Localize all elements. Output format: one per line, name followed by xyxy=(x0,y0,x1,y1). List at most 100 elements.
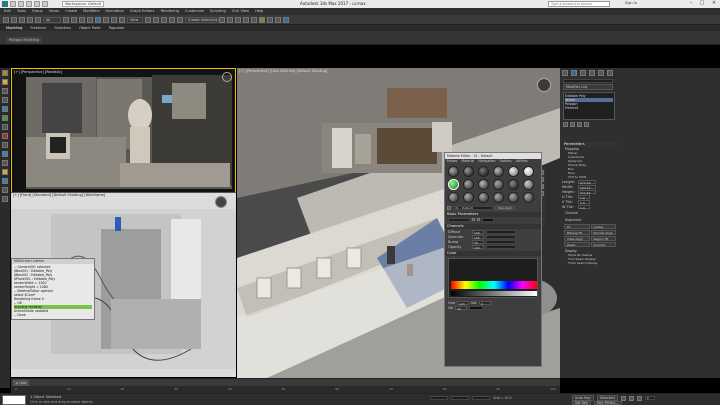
minimize-button[interactable]: – xyxy=(686,0,696,8)
save-icon[interactable] xyxy=(26,1,32,7)
redo-icon[interactable] xyxy=(11,16,17,23)
time-slider[interactable]: 0 / 100 xyxy=(11,378,560,386)
menu-civil-view[interactable]: Civil View xyxy=(232,8,249,15)
object-name-field[interactable] xyxy=(563,79,613,83)
display-option[interactable]: Thick Seam Display xyxy=(568,261,618,265)
window-crossing-icon[interactable] xyxy=(87,16,93,23)
stack-item[interactable]: Element xyxy=(565,106,613,110)
modifier-stack[interactable]: Editable Poly Vertex Polygon Element xyxy=(563,92,615,120)
rendered-frame-icon[interactable] xyxy=(275,16,281,23)
tab-freeform[interactable]: Freeform xyxy=(30,26,46,30)
menu-scripting[interactable]: Scripting xyxy=(210,8,226,15)
select-object-icon[interactable] xyxy=(63,16,69,23)
tab-selection[interactable]: Selection xyxy=(54,26,71,30)
link-icon[interactable] xyxy=(19,16,25,23)
track-bar[interactable]: 0 10 20 30 40 50 60 70 80 90 100 xyxy=(11,386,560,393)
reference-coordinate-dropdown[interactable]: View xyxy=(127,16,143,23)
hierarchy-tab-icon[interactable] xyxy=(580,70,586,76)
material-slot[interactable] xyxy=(448,192,459,203)
param-spinner[interactable]: 164.53 xyxy=(578,184,596,190)
whiteness-bar[interactable] xyxy=(451,291,537,296)
material-slot[interactable] xyxy=(448,166,459,177)
view-cube-icon[interactable] xyxy=(537,78,551,92)
menu-views[interactable]: Views xyxy=(49,8,59,15)
menu-edit[interactable]: Edit xyxy=(4,8,11,15)
material-slot[interactable] xyxy=(523,179,534,190)
create-icon[interactable] xyxy=(2,70,8,76)
param-spinner[interactable]: 1.0 xyxy=(578,199,590,205)
workspace-selector[interactable]: Workspaces: Default xyxy=(62,1,105,7)
menu-modifiers[interactable]: Modifiers xyxy=(83,8,99,15)
spinner-snap-icon[interactable] xyxy=(177,16,183,23)
search-input[interactable]: Type a keyword or phrase xyxy=(548,1,610,7)
view-cube-icon[interactable] xyxy=(215,196,227,208)
material-slot[interactable] xyxy=(523,166,534,177)
create-tab-icon[interactable] xyxy=(562,70,568,76)
render-setup-icon[interactable] xyxy=(267,16,273,23)
val-spinner[interactable]: 96 xyxy=(455,305,468,311)
redo-icon[interactable] xyxy=(42,1,48,7)
set-key-button[interactable]: Set Key xyxy=(572,401,592,405)
material-slot[interactable] xyxy=(478,179,489,190)
channel-map-button[interactable] xyxy=(486,234,516,239)
menu-create[interactable]: Create xyxy=(65,8,77,15)
space-warps-icon[interactable] xyxy=(2,133,8,139)
channel-amount[interactable]: 30 xyxy=(472,239,484,245)
hue-gradient-bar[interactable] xyxy=(451,281,537,289)
tab-object-paint[interactable]: Object Paint xyxy=(79,26,101,30)
x-coordinate-field[interactable] xyxy=(430,396,448,400)
viewport-view-cube[interactable] xyxy=(222,72,232,82)
material-slot[interactable] xyxy=(508,166,519,177)
new-icon[interactable] xyxy=(10,1,16,7)
layer-explorer-icon[interactable] xyxy=(235,16,241,23)
channel-map-button[interactable] xyxy=(486,239,516,244)
display-tab-icon[interactable] xyxy=(598,70,604,76)
acquire-button[interactable]: Acquire xyxy=(590,242,616,247)
placement-icon[interactable] xyxy=(119,16,125,23)
material-slot[interactable] xyxy=(478,192,489,203)
center-button[interactable]: Center xyxy=(590,224,616,229)
undo-icon[interactable] xyxy=(3,16,9,23)
tab-modeling[interactable]: Modeling xyxy=(6,26,22,30)
play-icon[interactable] xyxy=(628,395,634,401)
snaps-toggle-icon[interactable] xyxy=(153,16,159,23)
pin-stack-icon[interactable] xyxy=(563,122,568,127)
align-icon[interactable] xyxy=(227,16,233,23)
scale-icon[interactable] xyxy=(111,16,117,23)
bind-space-warp-icon[interactable] xyxy=(35,16,41,23)
material-slot[interactable] xyxy=(478,166,489,177)
material-slot[interactable] xyxy=(493,179,504,190)
selection-lock-icon[interactable] xyxy=(2,187,8,193)
modifier-list-dropdown[interactable]: Modifier List xyxy=(563,84,613,90)
param-spinner[interactable]: 1.0 xyxy=(578,194,590,200)
percent-snap-icon[interactable] xyxy=(169,16,175,23)
go-to-end-icon[interactable] xyxy=(636,395,642,401)
material-slot[interactable] xyxy=(463,166,474,177)
modify-icon[interactable] xyxy=(2,178,8,184)
shader-dropdown[interactable] xyxy=(448,217,470,222)
curve-editor-icon[interactable] xyxy=(243,16,249,23)
pivot-point-icon[interactable] xyxy=(145,16,151,23)
view-align-button[interactable]: View Align xyxy=(564,236,590,241)
normal-align-button[interactable]: Normal Align xyxy=(590,230,616,235)
make-unique-icon[interactable] xyxy=(577,122,582,127)
menu-group[interactable]: Group xyxy=(32,8,43,15)
color-preview[interactable] xyxy=(469,305,484,310)
viewport-label[interactable]: [+] [Perspective] [User Defined] [Defaul… xyxy=(239,69,327,73)
fit-button[interactable]: Fit xyxy=(564,224,590,229)
channel-amount[interactable]: 100 xyxy=(472,229,484,235)
menu-navigation[interactable]: Navigation xyxy=(478,159,495,164)
hierarchy-icon[interactable] xyxy=(2,151,8,157)
material-slot[interactable] xyxy=(523,192,534,203)
menu-customize[interactable]: Customize xyxy=(185,8,204,15)
sign-in-link[interactable]: Sign In xyxy=(625,1,637,5)
light-icon[interactable] xyxy=(2,79,8,85)
section-color[interactable]: Color xyxy=(445,251,541,256)
go-to-start-icon[interactable] xyxy=(620,395,626,401)
param-spinner[interactable]: 271.52 xyxy=(578,179,596,185)
maxscript-mini-listener[interactable] xyxy=(2,395,26,405)
menu-utilities[interactable]: Utilities xyxy=(516,159,528,164)
material-slot[interactable] xyxy=(493,166,504,177)
channel-amount[interactable]: 100 xyxy=(472,244,484,250)
channel-map-button[interactable] xyxy=(486,244,516,249)
